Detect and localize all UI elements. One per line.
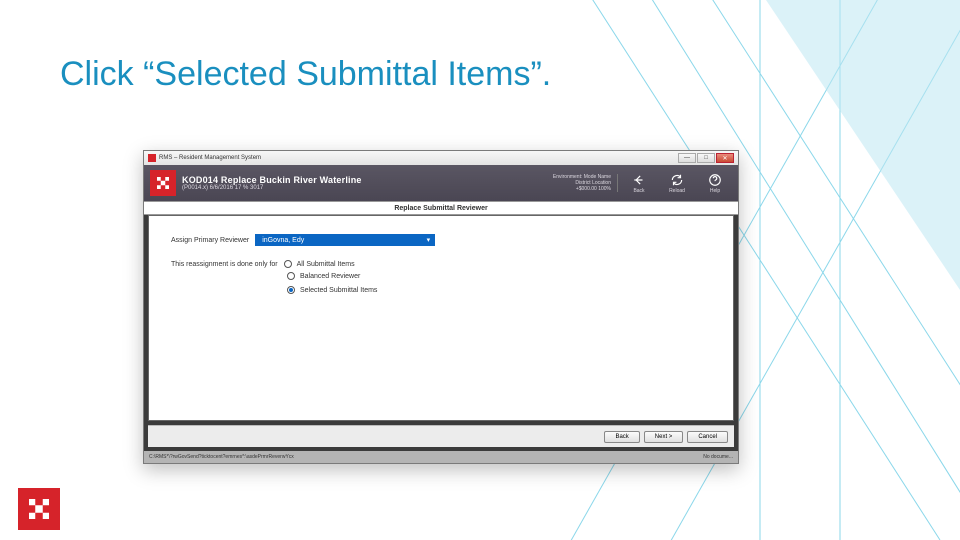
reassignment-scope-label: This reassignment is done only for xyxy=(171,261,278,268)
project-title: KOD014 Replace Buckin River Waterline xyxy=(182,175,547,185)
status-left-text: C:\RMS*\?rwGovSend?ticktocent?emrnes*:\a… xyxy=(149,454,294,460)
back-tool-label: Back xyxy=(633,188,644,194)
window-title-text: RMS – Resident Management System xyxy=(159,155,261,161)
maximize-button[interactable]: □ xyxy=(697,153,715,163)
usace-logo xyxy=(150,170,176,196)
app-icon xyxy=(148,154,156,162)
reload-tool-button[interactable]: Reload xyxy=(660,173,694,194)
slide-title: Click “Selected Submittal Items”. xyxy=(60,55,551,94)
minimize-button[interactable]: — xyxy=(678,153,696,163)
radio-balanced-reviewer[interactable] xyxy=(287,272,295,280)
reload-icon xyxy=(670,173,684,187)
radio-all-items-label: All Submittal Items xyxy=(297,261,355,268)
close-button[interactable]: ✕ xyxy=(716,153,734,163)
app-header: KOD014 Replace Buckin River Waterline (P… xyxy=(144,165,738,201)
back-tool-button[interactable]: Back xyxy=(622,173,656,194)
env-line-3: +$000.00 100% xyxy=(553,186,611,192)
help-tool-label: Help xyxy=(710,188,720,194)
radio-selected-items[interactable] xyxy=(287,286,295,294)
environment-info: Environment: Mode Name District Location… xyxy=(553,174,618,192)
radio-all-items[interactable] xyxy=(284,260,292,268)
window-titlebar: RMS – Resident Management System — □ ✕ xyxy=(144,151,738,165)
back-arrow-icon xyxy=(632,173,646,187)
wizard-next-button[interactable]: Next > xyxy=(644,431,684,443)
help-icon xyxy=(708,173,722,187)
status-right-text: No docume... xyxy=(703,454,733,460)
reload-tool-label: Reload xyxy=(669,188,685,194)
wizard-back-button[interactable]: Back xyxy=(604,431,639,443)
assign-reviewer-label: Assign Primary Reviewer xyxy=(171,237,249,244)
section-title: Replace Submittal Reviewer xyxy=(144,201,738,215)
content-panel: Assign Primary Reviewer inGovna, Edy Thi… xyxy=(148,215,734,421)
help-tool-button[interactable]: Help xyxy=(698,173,732,194)
wizard-cancel-button[interactable]: Cancel xyxy=(687,431,728,443)
usace-corner-logo xyxy=(18,488,60,530)
radio-selected-items-label: Selected Submittal Items xyxy=(300,287,377,294)
radio-balanced-reviewer-label: Balanced Reviewer xyxy=(300,273,360,280)
project-subtitle: (P0014.x) 6/6/2016 17 % 3017 xyxy=(182,185,547,191)
primary-reviewer-select[interactable]: inGovna, Edy xyxy=(255,234,435,246)
app-window: RMS – Resident Management System — □ ✕ K… xyxy=(143,150,739,464)
status-bar: C:\RMS*\?rwGovSend?ticktocent?emrnes*:\a… xyxy=(144,451,738,463)
wizard-footer: Back Next > Cancel xyxy=(148,425,734,447)
